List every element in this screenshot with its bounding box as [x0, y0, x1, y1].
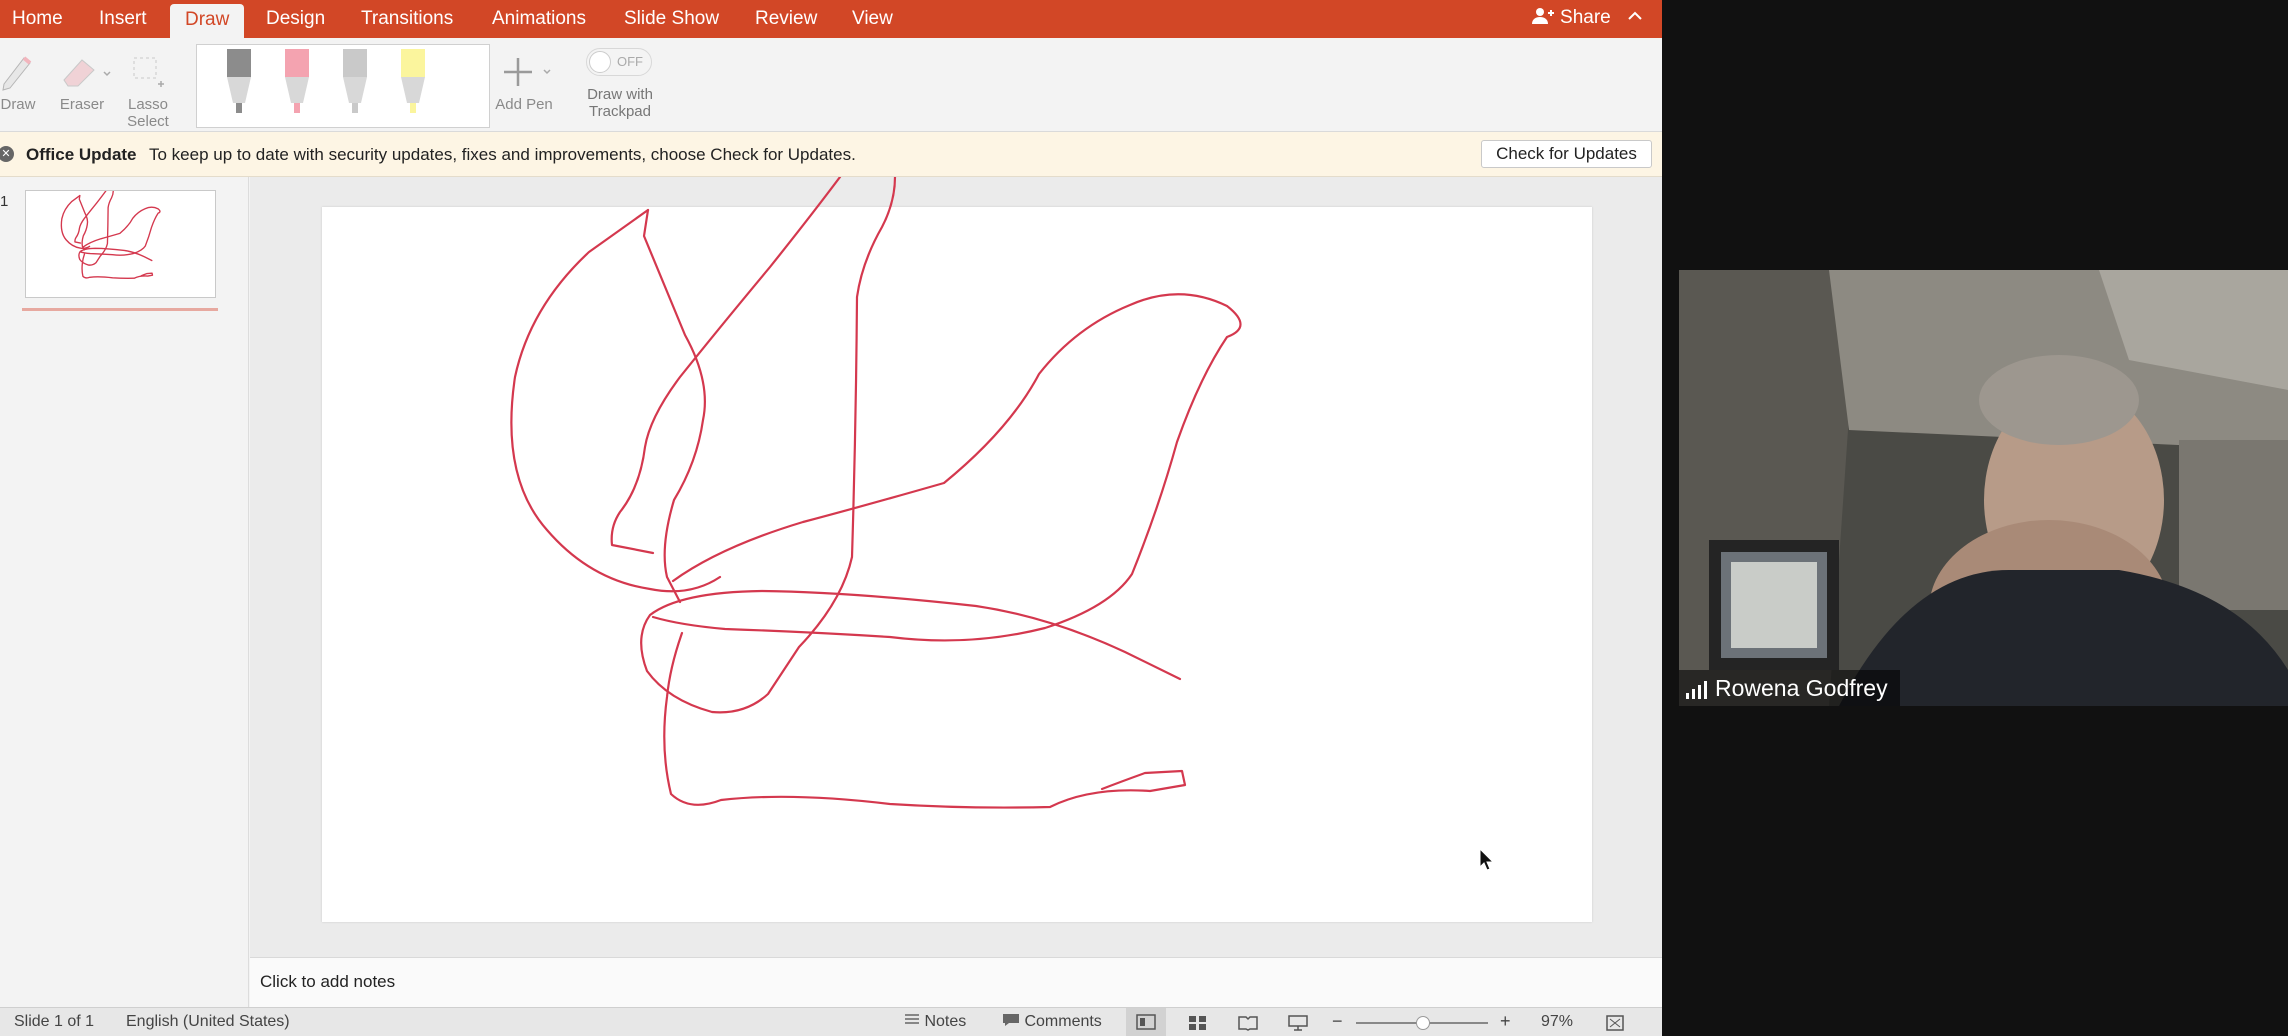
zoom-slider-thumb[interactable]	[1416, 1016, 1430, 1030]
lasso-icon	[133, 57, 164, 87]
ribbon-tab-bar: Home Insert Draw Design Transitions Anim…	[0, 0, 1662, 38]
trackpad-label-2: Trackpad	[589, 103, 651, 120]
message-title: Office Update	[26, 145, 137, 164]
slide-thumbnail-pane: 1	[0, 177, 249, 1007]
tab-animations[interactable]: Animations	[492, 0, 586, 38]
notes-label: Notes	[924, 1013, 967, 1030]
check-for-updates-button[interactable]: Check for Updates	[1481, 140, 1652, 168]
tab-insert[interactable]: Insert	[99, 0, 147, 38]
add-pen-label: Add Pen	[495, 96, 553, 113]
slide-sorter-icon[interactable]	[1188, 1015, 1208, 1031]
toggle-knob	[589, 51, 611, 73]
video-feed	[1679, 270, 2288, 706]
normal-view-icon	[1136, 1014, 1156, 1030]
tab-draw[interactable]: Draw	[170, 4, 245, 38]
draw-label: Draw	[0, 96, 36, 113]
tab-transitions[interactable]: Transitions	[361, 0, 453, 38]
share-button[interactable]: Share	[1531, 0, 1644, 38]
draw-button[interactable]: Draw	[0, 38, 36, 128]
thumbnail-drawing	[60, 190, 161, 280]
ink-stroke-petal-left[interactable]	[510, 208, 722, 593]
pen-silver-icon[interactable]	[343, 49, 367, 113]
chevron-up-icon[interactable]	[1626, 9, 1644, 23]
thumb-ink-stroke-base	[81, 253, 154, 280]
participant-name-tag: Rowena Godfrey	[1679, 670, 1900, 706]
lasso-label-1: Lasso	[127, 96, 169, 113]
notes-icon	[905, 1014, 919, 1024]
close-icon[interactable]: ✕	[0, 146, 14, 162]
lasso-select-button[interactable]: Lasso Select	[124, 38, 172, 130]
plus-icon	[504, 58, 551, 86]
eraser-label: Eraser	[59, 96, 105, 113]
signal-strength-icon	[1686, 680, 1707, 699]
slide-counter: Slide 1 of 1	[14, 1013, 95, 1030]
toggle-state: OFF	[617, 54, 643, 69]
ink-drawing	[510, 177, 1242, 809]
mouse-cursor-icon	[1479, 847, 1495, 871]
status-bar: Slide 1 of 1 English (United States) Not…	[0, 1007, 1662, 1036]
eraser-button[interactable]: Eraser	[56, 38, 111, 128]
notes-toggle[interactable]: Notes	[904, 1013, 966, 1031]
language-indicator[interactable]: English (United States)	[126, 1013, 290, 1031]
pen-gallery-svg	[227, 49, 425, 113]
ink-stroke-tall-loop[interactable]	[640, 177, 1182, 714]
ink-stroke-stem[interactable]	[642, 208, 706, 604]
tab-home[interactable]: Home	[12, 0, 63, 38]
ink-stroke-base[interactable]	[663, 631, 1187, 809]
comments-toggle[interactable]: Comments	[1002, 1013, 1102, 1031]
tab-design[interactable]: Design	[266, 0, 325, 38]
draw-with-trackpad-toggle[interactable]: OFF	[586, 48, 652, 76]
tab-slide-show[interactable]: Slide Show	[624, 0, 719, 38]
trackpad-label-1: Draw with	[587, 86, 653, 103]
comments-label: Comments	[1024, 1013, 1102, 1030]
message-text: To keep up to date with security updates…	[149, 145, 856, 164]
tab-view[interactable]: View	[852, 0, 893, 38]
share-label: Share	[1560, 7, 1611, 28]
eraser-icon	[63, 59, 111, 87]
zoom-out-button[interactable]: −	[1332, 1011, 1343, 1032]
normal-view-button[interactable]	[1126, 1008, 1166, 1036]
slide-number: 1	[0, 193, 9, 210]
office-update-bar: ✕ Office Update To keep up to date with …	[0, 132, 1662, 177]
participant-name: Rowena Godfrey	[1715, 675, 1888, 701]
zoom-level[interactable]: 97%	[1541, 1013, 1573, 1031]
slide-editing-area	[250, 177, 1662, 957]
pen-gallery	[196, 44, 490, 128]
thumb-ink-stroke-stem	[78, 194, 89, 251]
slide-thumbnail[interactable]	[25, 190, 216, 298]
notes-placeholder: Click to add notes	[260, 972, 396, 991]
fit-to-window-icon[interactable]	[1606, 1015, 1624, 1031]
pen-gray-icon[interactable]	[227, 49, 251, 113]
slide-show-icon[interactable]	[1288, 1015, 1308, 1031]
tab-review[interactable]: Review	[755, 0, 817, 38]
add-pen-button[interactable]: Add Pen	[494, 38, 554, 128]
add-person-icon	[1531, 8, 1554, 24]
pencil-icon	[2, 56, 32, 91]
pen-pink-icon[interactable]	[285, 49, 309, 113]
video-participant-tile: Rowena Godfrey	[1679, 270, 2288, 706]
powerpoint-window: Home Insert Draw Design Transitions Anim…	[0, 0, 1662, 1036]
ink-stroke-petal-right[interactable]	[651, 293, 1242, 642]
reading-view-icon[interactable]	[1238, 1015, 1258, 1031]
ink-stroke-cross[interactable]	[610, 177, 842, 555]
lasso-label-2: Select	[127, 113, 169, 130]
highlighter-yellow-icon[interactable]	[401, 49, 425, 113]
zoom-in-button[interactable]: +	[1500, 1011, 1511, 1032]
thumbnail-selection-indicator	[22, 308, 218, 311]
comment-icon	[1003, 1014, 1019, 1026]
zoom-slider[interactable]	[1356, 1016, 1488, 1030]
draw-ribbon: Draw Eraser Lasso Select Add Pen OFF Dra…	[0, 38, 1662, 132]
notes-pane[interactable]: Click to add notes	[250, 957, 1662, 1007]
